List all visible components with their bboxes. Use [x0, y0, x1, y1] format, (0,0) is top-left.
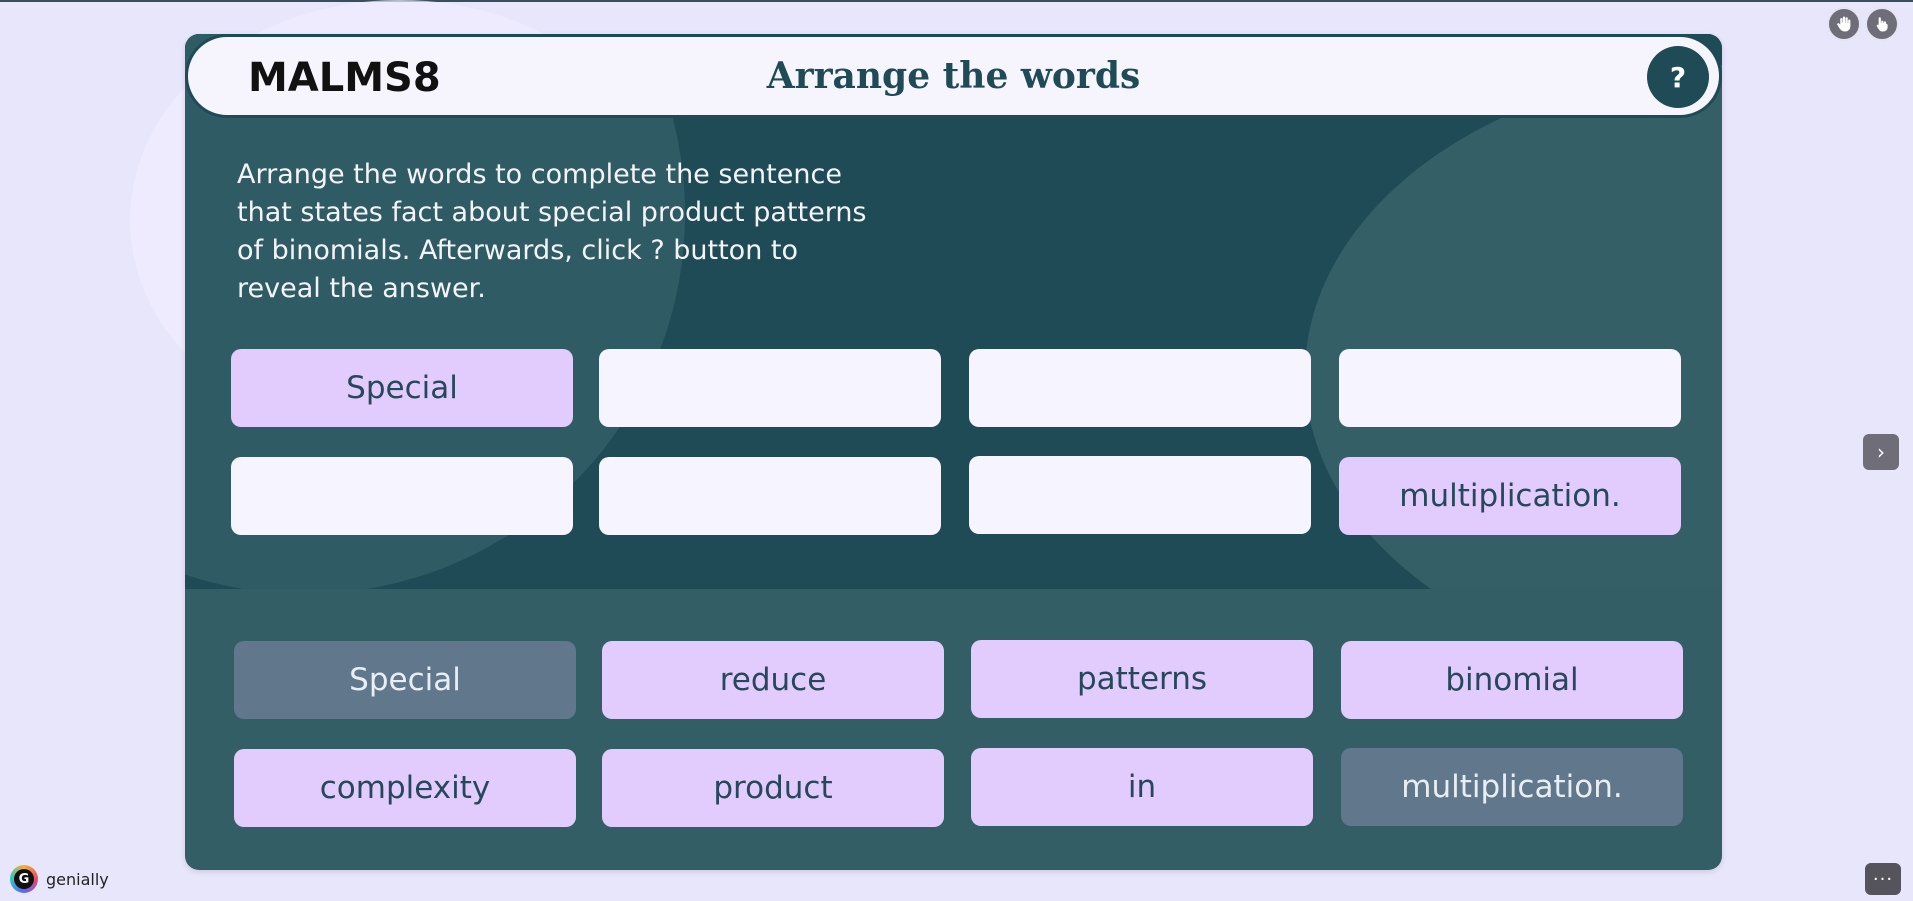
- answer-slot[interactable]: [969, 456, 1311, 534]
- instructions-text: Arrange the words to complete the senten…: [237, 159, 867, 304]
- pointer-icon[interactable]: [1865, 7, 1899, 41]
- answer-slot[interactable]: multiplication.: [1339, 457, 1681, 535]
- answer-slot[interactable]: [599, 349, 941, 427]
- pointer-icon-glyph: [1876, 17, 1888, 32]
- page: MALMS8 Arrange the words ? Arrange the w…: [0, 0, 1913, 901]
- word-tile[interactable]: complexity: [234, 749, 576, 827]
- help-button[interactable]: ?: [1647, 46, 1709, 108]
- more-options-button[interactable]: ···: [1865, 863, 1901, 895]
- answer-slot[interactable]: Special: [231, 349, 573, 427]
- genially-brand[interactable]: G genially: [10, 864, 109, 894]
- answer-slot[interactable]: [231, 457, 573, 535]
- brand-name: genially: [46, 869, 109, 889]
- hand-icon-glyph: [1837, 16, 1851, 32]
- answer-slot[interactable]: [1339, 349, 1681, 427]
- next-page-button[interactable]: ›: [1863, 434, 1899, 470]
- word-tile[interactable]: product: [602, 749, 944, 827]
- word-tile[interactable]: in: [971, 748, 1313, 826]
- header-bar: MALMS8 Arrange the words ?: [185, 34, 1722, 118]
- activity-card: MALMS8 Arrange the words ? Arrange the w…: [185, 34, 1722, 870]
- top-border: [0, 0, 1913, 2]
- word-tile[interactable]: multiplication.: [1341, 748, 1683, 826]
- word-tile[interactable]: Special: [234, 641, 576, 719]
- genially-logo-icon: G: [10, 865, 38, 893]
- answer-slot[interactable]: [599, 457, 941, 535]
- word-tile[interactable]: binomial: [1341, 641, 1683, 719]
- answer-slot[interactable]: [969, 349, 1311, 427]
- word-tile[interactable]: reduce: [602, 641, 944, 719]
- page-title: Arrange the words: [766, 55, 1141, 97]
- word-tile[interactable]: patterns: [971, 640, 1313, 718]
- hand-icon[interactable]: [1827, 7, 1861, 41]
- genially-logo-letter: G: [14, 869, 34, 889]
